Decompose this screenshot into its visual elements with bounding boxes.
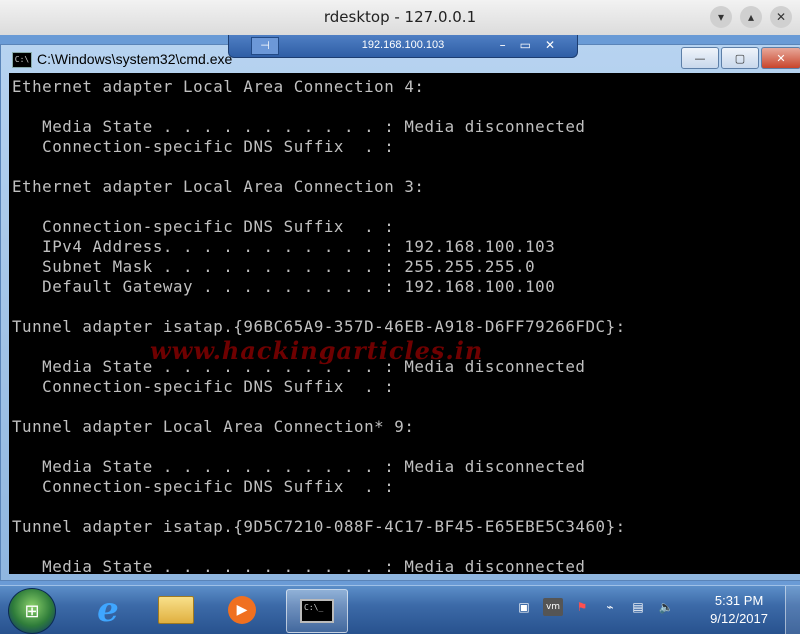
usb-icon[interactable]: ⌁ [601,598,619,616]
clock[interactable]: 5:31 PM 9/12/2017 [710,592,768,628]
media-player-taskbar-button[interactable]: ▶ [212,589,272,631]
windows-logo-icon: ⊞ [24,600,40,622]
console-output[interactable]: Ethernet adapter Local Area Connection 4… [9,73,800,574]
folder-icon [158,596,194,624]
show-desktop-button[interactable] [785,586,800,634]
rdp-minimize-button[interactable]: – [500,38,506,52]
action-center-icon[interactable]: ⚑ [573,598,591,616]
rdp-connection-bar[interactable]: ⊣ 192.168.100.103 – ▭ ✕ [228,35,578,58]
window-title: rdesktop - 127.0.0.1 [323,8,477,26]
internet-explorer-icon: e [97,590,119,630]
cmd-maximize-button[interactable]: ▢ [721,47,759,69]
close-button[interactable]: ✕ [770,6,792,28]
start-button[interactable]: ⊞ [8,588,56,634]
volume-icon[interactable]: 🔈 [657,598,675,616]
file-explorer-taskbar-button[interactable] [146,589,206,631]
clock-time: 5:31 PM [714,593,764,608]
network-icon[interactable]: ▣ [515,598,533,616]
rdp-close-button[interactable]: ✕ [545,38,555,52]
cmd-icon: C:\_ [300,599,334,623]
system-tray: ▣ vm ⚑ ⌁ ▤ 🔈 [515,598,675,616]
power-icon[interactable]: ▤ [629,598,647,616]
vm-icon[interactable]: vm [543,598,563,616]
internet-explorer-taskbar-button[interactable]: e [78,589,138,631]
console-text: Ethernet adapter Local Area Connection 4… [12,77,626,574]
cmd-taskbar-button[interactable]: C:\_ [286,589,348,633]
cmd-close-button[interactable]: ✕ [761,47,800,69]
media-player-icon: ▶ [228,596,256,624]
maximize-button[interactable]: ▴ [740,6,762,28]
cmd-minimize-button[interactable]: — [681,47,719,69]
clock-date: 9/12/2017 [710,611,768,626]
cmd-window-title: C:\Windows\system32\cmd.exe [37,51,233,67]
watermark: www.hackingarticles.in [150,336,484,365]
cmd-icon: C:\ [12,52,32,68]
cmd-window[interactable]: C:\ C:\Windows\system32\cmd.exe — ▢ ✕ Et… [0,44,800,581]
taskbar: ⊞ e ▶ C:\_ ▣ vm ⚑ ⌁ ▤ 🔈 5:31 PM 9/12/201… [0,585,800,634]
minimize-button[interactable]: ▾ [710,6,732,28]
rdp-restore-button[interactable]: ▭ [520,38,531,52]
rdesktop-titlebar[interactable]: rdesktop - 127.0.0.1 ▾ ▴ ✕ [0,0,800,36]
